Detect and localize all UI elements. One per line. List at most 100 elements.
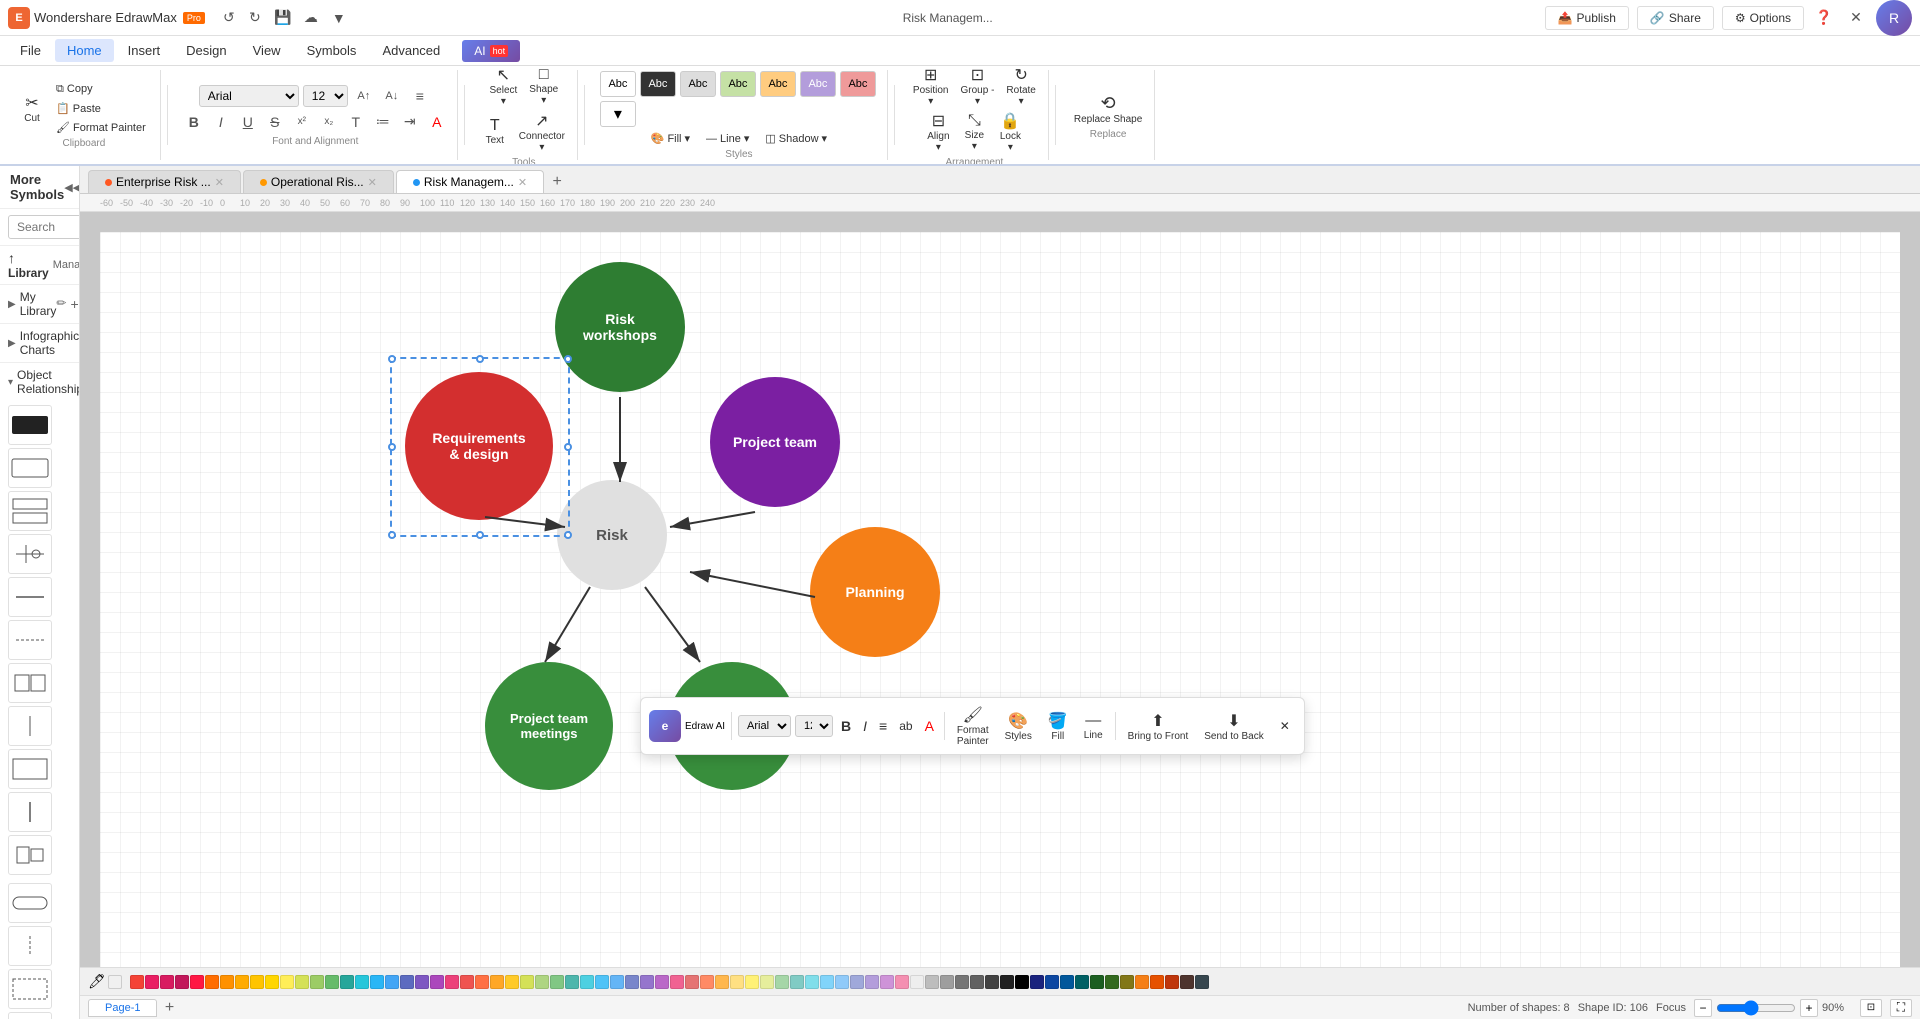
help-button[interactable]: ❓ [1812, 6, 1836, 30]
ft-font-color-button[interactable]: A [921, 716, 938, 736]
underline-button[interactable]: U [236, 110, 260, 134]
color-swatch[interactable] [1165, 975, 1179, 989]
color-swatch[interactable] [670, 975, 684, 989]
color-swatch[interactable] [415, 975, 429, 989]
color-swatch[interactable] [1000, 975, 1014, 989]
color-swatch[interactable] [430, 975, 444, 989]
sidebar-collapse-btn[interactable]: ◀◀ [64, 181, 80, 194]
shape-requirements-design[interactable]: Requirements& design [405, 372, 553, 520]
menu-insert[interactable]: Insert [116, 39, 173, 62]
color-swatch[interactable] [340, 975, 354, 989]
no-color-swatch[interactable] [108, 975, 122, 989]
color-swatch[interactable] [235, 975, 249, 989]
color-swatch[interactable] [700, 975, 714, 989]
shape-item-9[interactable] [8, 749, 52, 789]
cut-button[interactable]: ✂Cut [16, 91, 48, 126]
ai-button[interactable]: AIhot [462, 40, 520, 62]
color-swatch[interactable] [490, 975, 504, 989]
my-library-header[interactable]: ▶ My Library ✏ + ✕ [0, 285, 79, 323]
share-button[interactable]: 🔗Share [1637, 6, 1714, 30]
color-swatch[interactable] [160, 975, 174, 989]
tab-risk-management[interactable]: Risk Managem... ✕ [396, 170, 544, 193]
align-button[interactable]: ⊟Align▾ [922, 109, 954, 155]
manage-label[interactable]: Manage [53, 259, 80, 271]
shadow-button[interactable]: ◫ Shadow ▾ [759, 130, 833, 147]
ft-format-painter-button[interactable]: 🖌 Format Painter [951, 702, 995, 750]
menu-advanced[interactable]: Advanced [370, 39, 452, 62]
color-swatch[interactable] [145, 975, 159, 989]
ft-ab-button[interactable]: ab [895, 717, 916, 735]
tab-close-2[interactable]: ✕ [368, 176, 377, 189]
ft-italic-button[interactable]: I [859, 716, 871, 736]
color-swatch[interactable] [850, 975, 864, 989]
ft-fill-button[interactable]: 🪣 Fill [1042, 708, 1074, 745]
color-swatch[interactable] [1135, 975, 1149, 989]
color-swatch[interactable] [1030, 975, 1044, 989]
color-swatch[interactable] [1060, 975, 1074, 989]
color-swatch[interactable] [1150, 975, 1164, 989]
color-swatch[interactable] [1045, 975, 1059, 989]
shape-item-2[interactable] [8, 448, 52, 488]
color-swatch[interactable] [955, 975, 969, 989]
color-swatch[interactable] [550, 975, 564, 989]
font-color-button[interactable]: A [425, 110, 449, 134]
list-button[interactable]: ≔ [371, 110, 395, 134]
handle-tl[interactable] [388, 355, 396, 363]
rotate-button[interactable]: ↻Rotate▾ [1002, 66, 1039, 109]
color-swatch[interactable] [520, 975, 534, 989]
font-name-select[interactable]: Arial [199, 85, 299, 107]
select-tool-button[interactable]: ↖Select▾ [485, 66, 521, 109]
ft-align-button[interactable]: ≡ [875, 716, 891, 736]
style-swatch-3[interactable]: Abc [680, 71, 716, 97]
color-swatch[interactable] [385, 975, 399, 989]
color-swatch[interactable] [355, 975, 369, 989]
color-swatch[interactable] [1090, 975, 1104, 989]
color-swatch[interactable] [985, 975, 999, 989]
menu-design[interactable]: Design [174, 39, 238, 62]
color-swatch[interactable] [745, 975, 759, 989]
style-swatch-more[interactable]: ▾ [600, 101, 636, 127]
shape-risk-workshops[interactable]: Riskworkshops [555, 262, 685, 392]
color-swatch[interactable] [445, 975, 459, 989]
color-swatch[interactable] [895, 975, 909, 989]
line-button[interactable]: — Line ▾ [700, 130, 755, 147]
color-swatch[interactable] [535, 975, 549, 989]
subscript-button[interactable]: x₂ [317, 110, 341, 134]
ft-collapse-button[interactable]: ✕ [1274, 716, 1296, 736]
canvas[interactable]: Riskworkshops Requirements& design [100, 232, 1900, 967]
color-swatch[interactable] [820, 975, 834, 989]
shape-item-6[interactable] [8, 620, 52, 660]
color-swatch[interactable] [1015, 975, 1029, 989]
menu-symbols[interactable]: Symbols [295, 39, 369, 62]
color-swatch[interactable] [925, 975, 939, 989]
publish-button[interactable]: 📤Publish [1545, 6, 1629, 30]
style-swatch-5[interactable]: Abc [760, 71, 796, 97]
increase-font-button[interactable]: A↑ [352, 84, 376, 108]
handle-tm[interactable] [476, 355, 484, 363]
handle-mr[interactable] [564, 443, 572, 451]
color-swatch[interactable] [205, 975, 219, 989]
shape-item-11[interactable] [8, 835, 52, 875]
menu-home[interactable]: Home [55, 39, 114, 62]
color-swatch[interactable] [1195, 975, 1209, 989]
color-swatch[interactable] [970, 975, 984, 989]
shape-item-a[interactable] [8, 883, 52, 923]
color-swatch[interactable] [655, 975, 669, 989]
color-swatch[interactable] [400, 975, 414, 989]
options-button[interactable]: ⚙Options [1722, 6, 1804, 30]
shape-item-8[interactable] [8, 706, 52, 746]
shape-risk[interactable]: Risk [557, 480, 667, 590]
text-icon-button[interactable]: T [344, 110, 368, 134]
size-button[interactable]: ⤡Size▾ [958, 110, 990, 154]
edraw-ai-label[interactable]: Edraw AI [685, 721, 725, 732]
shape-item-c[interactable] [8, 969, 52, 1009]
paste-button[interactable]: 📋 Paste [50, 100, 152, 117]
color-swatch[interactable] [130, 975, 144, 989]
color-swatch[interactable] [910, 975, 924, 989]
style-swatch-7[interactable]: Abc [840, 71, 876, 97]
zoom-out-button[interactable]: − [1694, 999, 1712, 1017]
ft-bring-to-front-button[interactable]: ⬆ Bring to Front [1122, 708, 1195, 745]
shape-item-4[interactable] [8, 534, 52, 574]
color-swatch[interactable] [595, 975, 609, 989]
shape-item-d[interactable] [8, 1012, 52, 1019]
